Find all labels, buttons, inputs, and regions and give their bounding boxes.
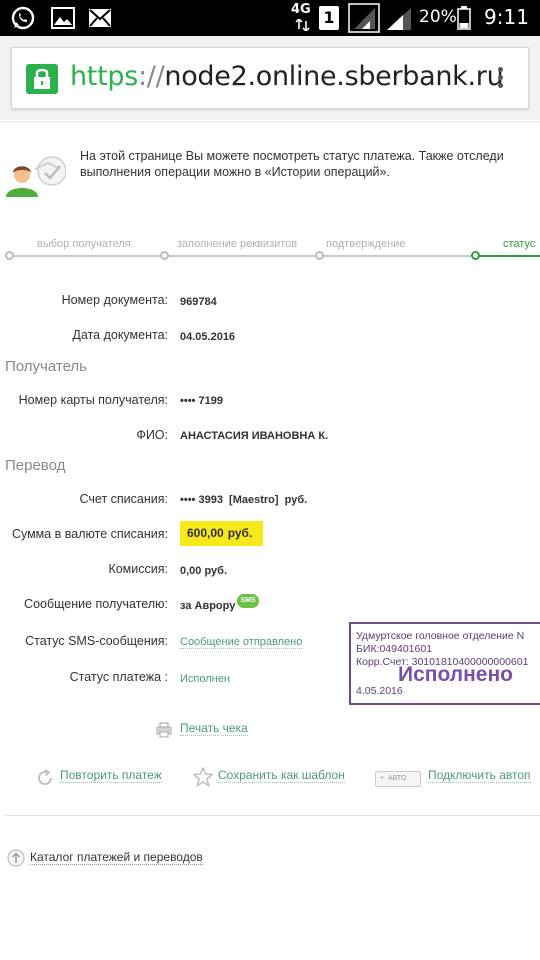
step-label-confirm: подтверждение — [326, 238, 406, 250]
actions-divider — [5, 815, 540, 816]
step-label-status: статус — [503, 238, 536, 250]
step-dot-2 — [160, 251, 169, 260]
stamp-date: 4.05.2016 — [356, 685, 403, 697]
fee-label: Комиссия: — [108, 562, 168, 576]
step-dot-1 — [5, 251, 14, 260]
url-text[interactable]: https://node2.online.sberbank.ru — [70, 61, 504, 92]
battery-percent: 20% — [419, 7, 457, 27]
doc-number-label: Номер документа: — [61, 293, 168, 307]
data-arrows-icon — [295, 19, 310, 31]
status-bar: 4G 1 20% 9:11 — [0, 0, 540, 36]
auto-badge-icon[interactable]: + АВТО — [375, 771, 421, 787]
sim-slot-icon: 1 — [319, 6, 339, 30]
payment-status-value: Исполнен — [180, 673, 230, 685]
repeat-icon[interactable] — [36, 769, 54, 787]
gallery-icon — [51, 7, 75, 29]
content-divider — [0, 121, 540, 122]
browser-toolbar: https://node2.online.sberbank.ru — [0, 36, 540, 120]
card-number-value: •••• 7199 — [180, 395, 223, 407]
repeat-payment-link[interactable]: Повторить платеж — [60, 768, 162, 783]
transfer-section-title: Перевод — [5, 457, 66, 474]
save-template-link[interactable]: Сохранить как шаблон — [218, 768, 345, 783]
auto-badge-text: АВТО — [387, 775, 407, 782]
star-icon[interactable] — [193, 767, 213, 787]
info-message: На этой странице Вы можете посмотреть ст… — [80, 148, 540, 180]
debit-account-value: •••• 3993 [Maestro] руб. — [180, 494, 308, 506]
clock: 9:11 — [484, 5, 529, 29]
user-check-icon — [6, 156, 66, 197]
debit-account-label: Счет списания: — [79, 492, 168, 506]
doc-date-label: Дата документа: — [72, 328, 168, 342]
fio-label: ФИО: — [136, 428, 168, 442]
mail-icon — [89, 9, 111, 27]
battery-icon — [457, 6, 471, 30]
progress-track-active — [475, 255, 540, 257]
catalog-link[interactable]: Каталог платежей и переводов — [30, 850, 203, 865]
stamp-line-2: БИК:049401601 — [356, 643, 433, 655]
fee-value: 0,00 руб. — [180, 565, 228, 577]
stamp-line-1: Удмуртское головное отделение N — [356, 630, 525, 642]
autopay-link[interactable]: Подключить автоп — [428, 768, 531, 783]
sms-icon: SMS — [237, 594, 259, 608]
amount-unit: руб. — [227, 526, 253, 540]
step-label-details: заполнение реквизитов — [177, 238, 298, 250]
doc-date-value: 04.05.2016 — [180, 331, 236, 343]
recipient-section-title: Получатель — [5, 358, 87, 375]
card-number-label: Номер карты получателя: — [18, 393, 168, 407]
progress-steps: выбор получателя заполнение реквизитов п… — [0, 228, 540, 268]
signal-strength-icon — [348, 3, 380, 33]
network-type: 4G — [291, 2, 311, 17]
bank-stamp: Удмуртское головное отделение N БИК:0494… — [349, 622, 540, 705]
amount-highlight: 600,00 руб. — [180, 521, 263, 546]
doc-number-value: 969784 — [180, 296, 217, 308]
sms-status-link[interactable]: Сообщение отправлено — [180, 636, 303, 649]
step-dot-4 — [471, 251, 480, 260]
overflow-menu-icon[interactable] — [490, 64, 510, 94]
url-separator: :// — [138, 61, 165, 92]
step-dot-3 — [315, 251, 324, 260]
url-scheme: https — [70, 61, 138, 92]
progress-track — [9, 255, 475, 257]
stamp-status: Исполнено — [398, 663, 513, 686]
signal-strength-2-icon — [387, 8, 411, 30]
step-label-recipient: выбор получателя — [37, 238, 131, 250]
amount-value: 600,00 — [187, 526, 224, 540]
auto-plus: + — [380, 775, 385, 782]
amount-label: Сумма в валюте списания: — [11, 527, 168, 541]
fio-value: АНАСТАСИЯ ИВАНОВНА К. — [180, 430, 329, 442]
catalog-up-icon[interactable] — [7, 849, 25, 867]
payment-status-label: Статус платежа : — [69, 670, 168, 684]
print-receipt-link[interactable]: Печать чека — [180, 721, 248, 736]
whatsapp-icon — [11, 6, 35, 30]
info-line-1: На этой странице Вы можете посмотреть ст… — [80, 149, 504, 163]
message-label: Сообщение получателю: — [24, 597, 168, 611]
message-value: за Аврору — [180, 600, 236, 612]
info-line-2: выполнения операции можно в «Истории опе… — [80, 165, 390, 179]
address-bar[interactable]: https://node2.online.sberbank.ru — [11, 47, 529, 109]
printer-icon[interactable] — [156, 722, 172, 738]
secure-lock-icon[interactable] — [26, 64, 58, 94]
sms-status-label: Статус SMS-сообщения: — [25, 634, 168, 648]
url-host: node2.online.sberbank.ru — [164, 61, 504, 92]
